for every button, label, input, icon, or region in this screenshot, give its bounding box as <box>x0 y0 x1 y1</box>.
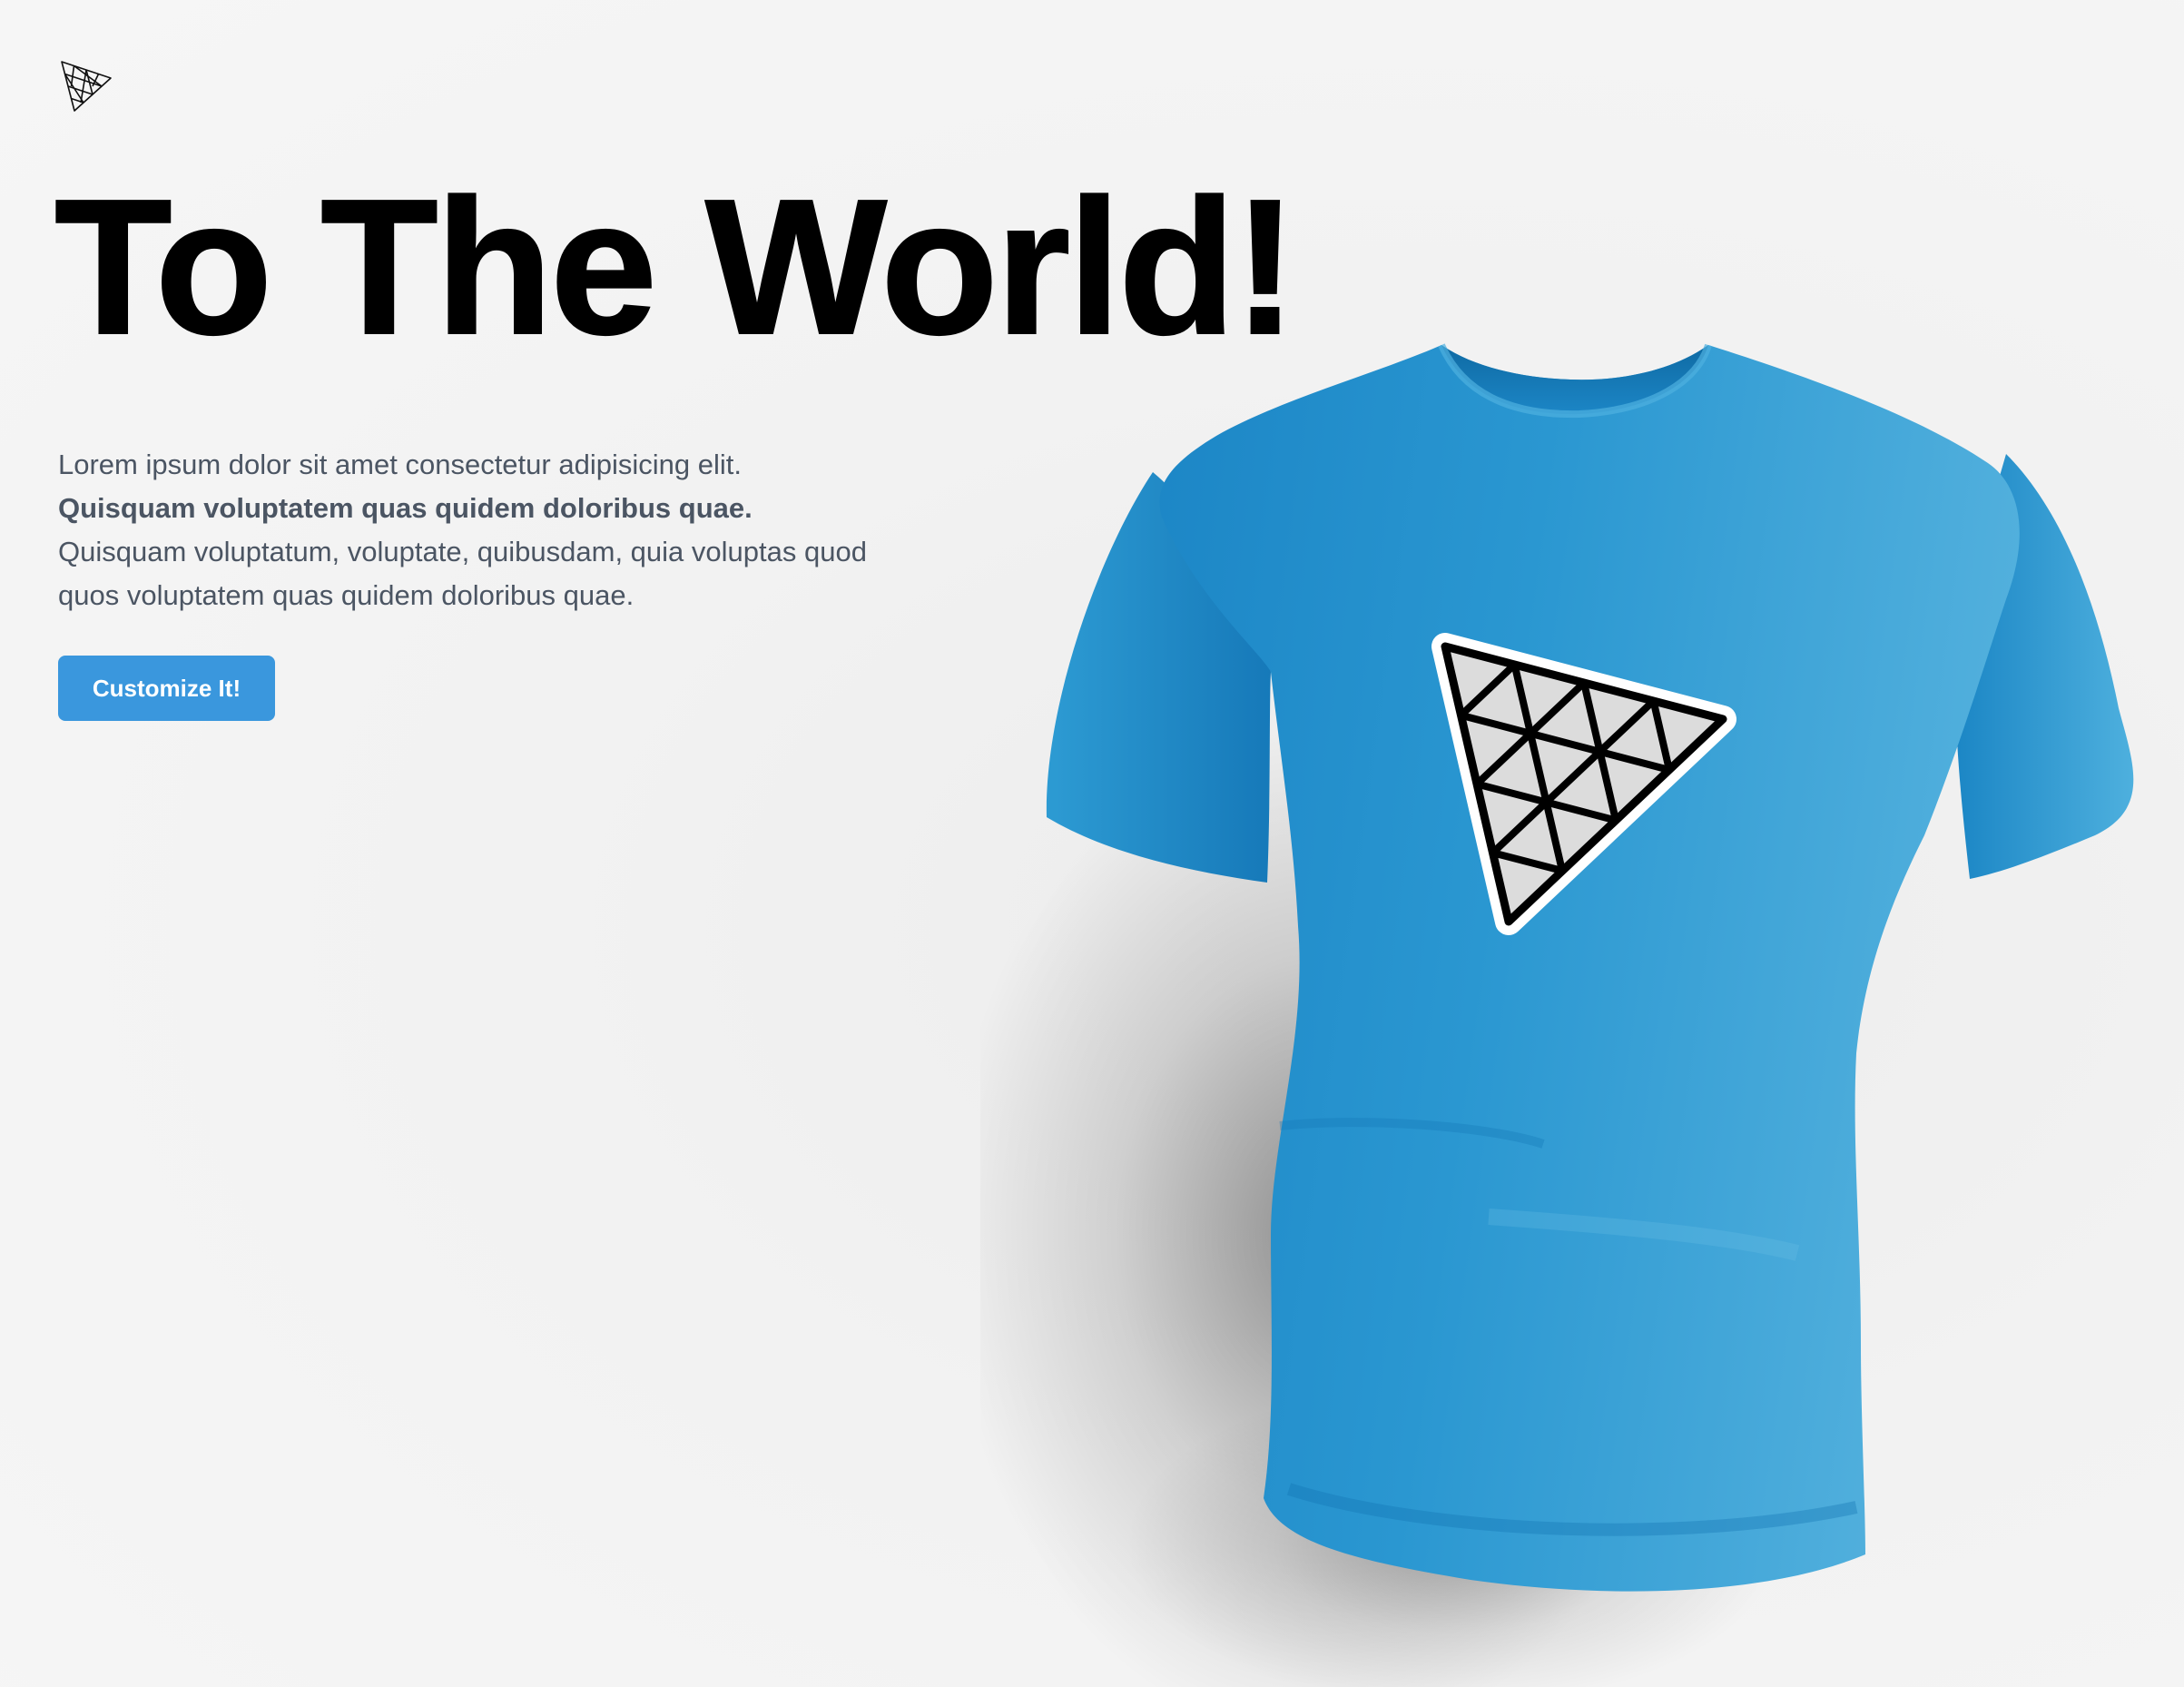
triangle-grid-logo-icon <box>58 58 114 114</box>
tshirt-preview[interactable] <box>980 327 2184 1687</box>
customize-button[interactable]: Customize It! <box>58 656 275 721</box>
intro-text-bold: Quisquam voluptatem quas quidem doloribu… <box>58 492 753 524</box>
page-title: To The World! <box>54 159 1298 374</box>
intro-text-line: Lorem ipsum dolor sit amet consectetur a… <box>58 449 742 480</box>
intro-text-rest: Quisquam voluptatum, voluptate, quibusda… <box>58 536 867 611</box>
intro-paragraph: Lorem ipsum dolor sit amet consectetur a… <box>58 443 875 617</box>
